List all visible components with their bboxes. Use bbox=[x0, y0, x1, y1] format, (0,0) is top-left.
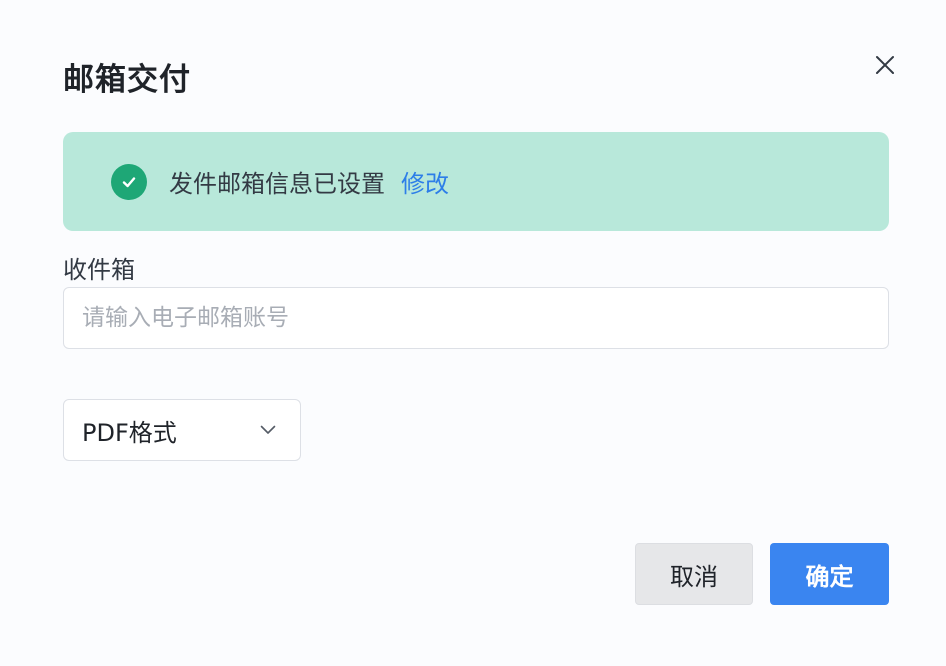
recipient-email-input[interactable] bbox=[63, 287, 889, 349]
chevron-down-icon bbox=[260, 425, 276, 434]
banner-message: 发件邮箱信息已设置 bbox=[169, 170, 385, 198]
modify-link[interactable]: 修改 bbox=[401, 164, 449, 199]
confirm-button[interactable]: 确定 bbox=[770, 543, 889, 605]
close-icon bbox=[876, 56, 894, 74]
recipient-label: 收件箱 bbox=[63, 256, 135, 284]
email-delivery-dialog: 邮箱交付 发件邮箱信息已设置 修改 收件箱 PDF格式 取消 确定 bbox=[0, 0, 946, 666]
format-select[interactable]: PDF格式 bbox=[63, 399, 301, 461]
cancel-button[interactable]: 取消 bbox=[635, 543, 753, 605]
dialog-title: 邮箱交付 bbox=[63, 62, 191, 98]
check-circle-icon bbox=[111, 163, 147, 200]
format-selected-value: PDF格式 bbox=[82, 418, 177, 447]
close-button[interactable] bbox=[868, 48, 902, 82]
sender-configured-banner: 发件邮箱信息已设置 修改 bbox=[63, 132, 889, 231]
